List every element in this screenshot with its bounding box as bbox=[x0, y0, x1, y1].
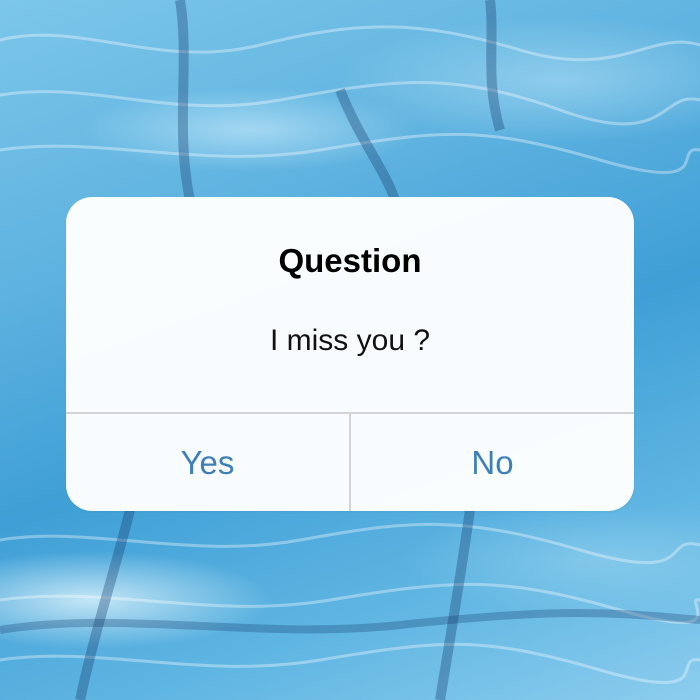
no-button[interactable]: No bbox=[351, 414, 634, 511]
alert-dialog: Question I miss you ? Yes No bbox=[66, 197, 634, 511]
alert-title: Question bbox=[278, 242, 422, 279]
yes-button[interactable]: Yes bbox=[66, 414, 349, 511]
alert-message: I miss you ? bbox=[269, 324, 431, 357]
